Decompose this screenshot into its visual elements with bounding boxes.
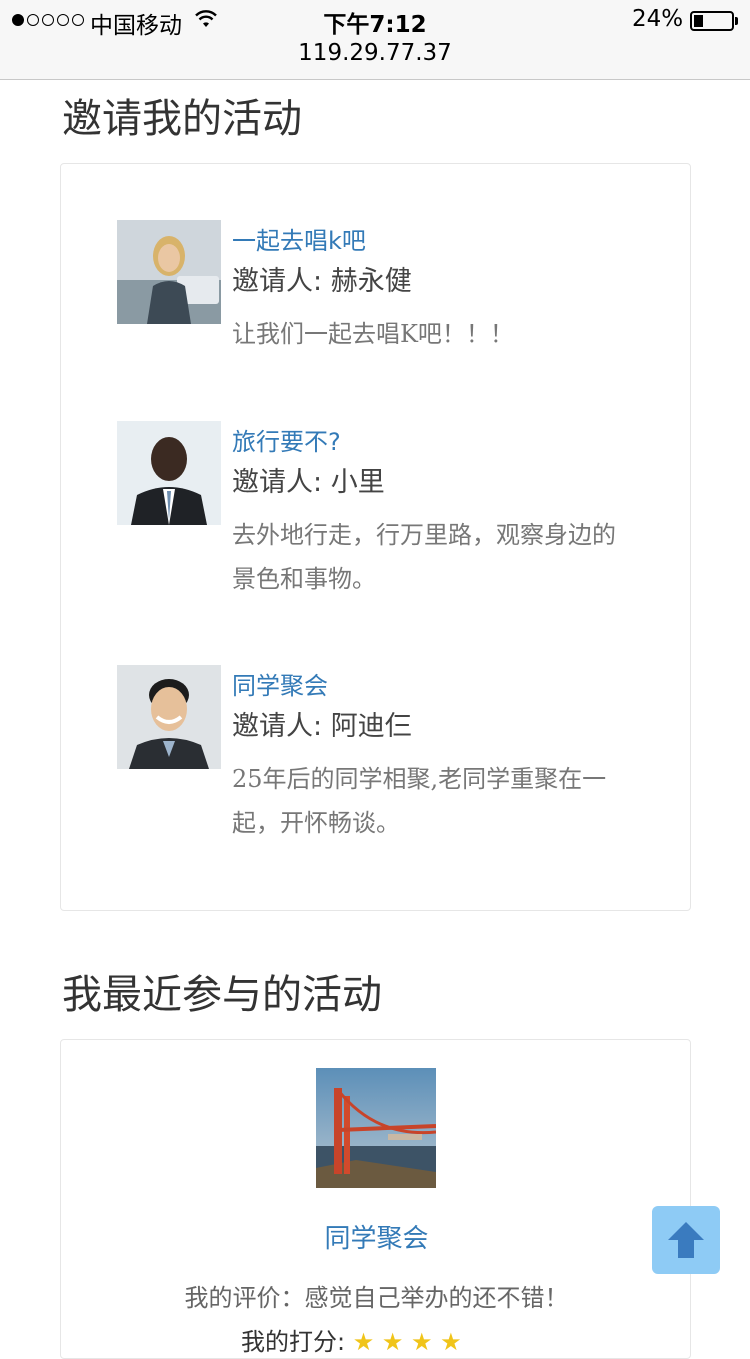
rating-label: 我的打分: xyxy=(241,1328,346,1356)
battery-percent: 24% xyxy=(632,6,684,32)
inviter-name: 小里 xyxy=(330,467,385,498)
list-item: 旅行要不? 邀请人: 小里 去外地行走，行万里路，观察身边的景色和事物。 xyxy=(117,421,637,621)
activity-description: 去外地行走，行万里路，观察身边的景色和事物。 xyxy=(232,521,616,593)
activity-title-link[interactable]: 一起去唱k吧 xyxy=(232,224,637,258)
address-bar-url[interactable]: 119.29.77.37 xyxy=(0,40,750,66)
status-bar: 中国移动 下午7:12 24% 119.29.77.37 xyxy=(0,0,750,80)
inviter-line: 邀请人: 赫永健 xyxy=(232,262,637,302)
activity-title-link[interactable]: 旅行要不? xyxy=(232,425,637,459)
battery-icon xyxy=(690,11,738,31)
inviter-label: 邀请人: xyxy=(232,467,323,498)
invite-panel: 一起去唱k吧 邀请人: 赫永健 让我们一起去唱K吧！！！ 旅行要不? 邀请人: … xyxy=(60,163,691,911)
inviter-name: 赫永健 xyxy=(330,266,412,297)
back-to-top-button[interactable] xyxy=(652,1206,720,1274)
avatar xyxy=(117,421,221,525)
activity-image[interactable] xyxy=(316,1068,436,1188)
activity-description: 让我们一起去唱K吧！！！ xyxy=(232,320,514,348)
recent-panel: 同学聚会 我的评价：感觉自己举办的还不错！ 我的打分: ★ ★ ★ ★ xyxy=(60,1039,691,1359)
inviter-label: 邀请人: xyxy=(232,266,323,297)
inviter-name: 阿迪仨 xyxy=(330,711,412,742)
my-review: 我的评价：感觉自己举办的还不错！ xyxy=(184,1284,569,1312)
inviter-line: 邀请人: 小里 xyxy=(232,463,637,503)
my-rating: 我的打分: ★ ★ ★ ★ xyxy=(241,1322,462,1357)
avatar xyxy=(117,220,221,324)
star-rating-icon: ★ ★ ★ ★ xyxy=(352,1328,462,1356)
recent-activity-title-link[interactable]: 同学聚会 xyxy=(61,1218,692,1255)
inviter-label: 邀请人: xyxy=(232,711,323,742)
list-item: 一起去唱k吧 邀请人: 赫永健 让我们一起去唱K吧！！！ xyxy=(117,220,637,380)
activity-description: 25年后的同学相聚,老同学重聚在一起，开怀畅谈。 xyxy=(232,765,607,837)
recent-section-title: 我最近参与的活动 xyxy=(62,972,382,1018)
activity-title-link[interactable]: 同学聚会 xyxy=(232,669,637,703)
avatar xyxy=(117,665,221,769)
list-item: 同学聚会 邀请人: 阿迪仨 25年后的同学相聚,老同学重聚在一起，开怀畅谈。 xyxy=(117,665,637,865)
arrow-up-icon xyxy=(668,1222,704,1258)
inviter-line: 邀请人: 阿迪仨 xyxy=(232,707,637,747)
invite-section-title: 邀请我的活动 xyxy=(62,96,302,142)
